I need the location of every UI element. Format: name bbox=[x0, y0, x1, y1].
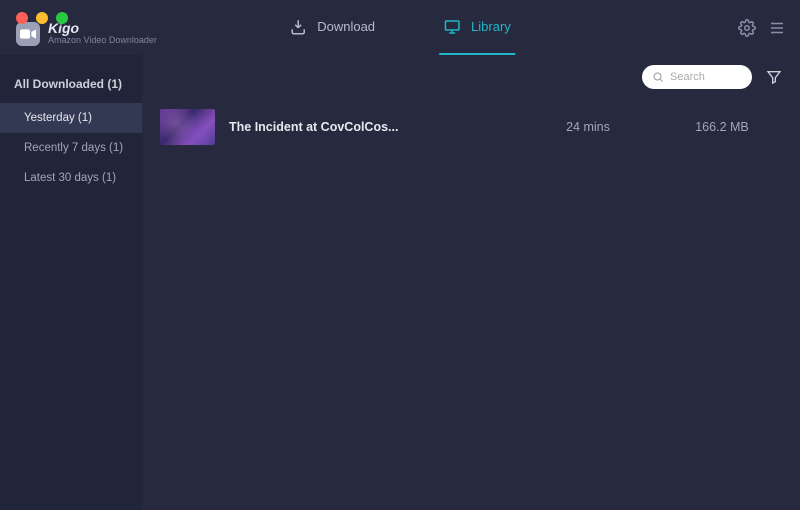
header-right bbox=[738, 0, 786, 55]
video-duration: 24 mins bbox=[528, 120, 648, 134]
tab-download[interactable]: Download bbox=[285, 0, 379, 55]
filter-button[interactable] bbox=[766, 69, 782, 85]
sidebar-header: All Downloaded (1) bbox=[0, 63, 142, 103]
video-size: 166.2 MB bbox=[662, 120, 782, 134]
tab-library-label: Library bbox=[471, 19, 511, 34]
minimize-window-button[interactable] bbox=[36, 12, 48, 24]
list-item[interactable]: The Incident at CovColCos... 24 mins 166… bbox=[142, 99, 800, 155]
main: The Incident at CovColCos... 24 mins 166… bbox=[142, 55, 800, 510]
main-tabs: Download Library bbox=[285, 0, 515, 55]
video-thumbnail bbox=[160, 109, 215, 145]
search-box[interactable] bbox=[642, 65, 752, 89]
search-input[interactable] bbox=[670, 71, 742, 83]
app-subtitle: Amazon Video Downloader bbox=[48, 36, 157, 46]
search-icon bbox=[652, 71, 664, 83]
settings-button[interactable] bbox=[738, 19, 756, 37]
maximize-window-button[interactable] bbox=[56, 12, 68, 24]
titlebar: Kigo Amazon Video Downloader Download Li… bbox=[0, 0, 800, 55]
video-title: The Incident at CovColCos... bbox=[229, 120, 514, 134]
monitor-icon bbox=[443, 18, 461, 36]
sidebar-item-yesterday[interactable]: Yesterday (1) bbox=[0, 103, 142, 133]
tab-library[interactable]: Library bbox=[439, 0, 515, 55]
sidebar-item-recently7[interactable]: Recently 7 days (1) bbox=[0, 133, 142, 163]
toolbar bbox=[142, 55, 800, 99]
content: All Downloaded (1) Yesterday (1) Recentl… bbox=[0, 55, 800, 510]
app-logo-icon bbox=[16, 22, 40, 46]
downloads-list: The Incident at CovColCos... 24 mins 166… bbox=[142, 99, 800, 510]
download-icon bbox=[289, 18, 307, 36]
sidebar-item-latest30[interactable]: Latest 30 days (1) bbox=[0, 163, 142, 193]
sidebar: All Downloaded (1) Yesterday (1) Recentl… bbox=[0, 55, 142, 510]
brand: Kigo Amazon Video Downloader bbox=[16, 21, 157, 46]
tab-download-label: Download bbox=[317, 19, 375, 34]
menu-button[interactable] bbox=[768, 19, 786, 37]
window-controls bbox=[16, 12, 68, 24]
close-window-button[interactable] bbox=[16, 12, 28, 24]
